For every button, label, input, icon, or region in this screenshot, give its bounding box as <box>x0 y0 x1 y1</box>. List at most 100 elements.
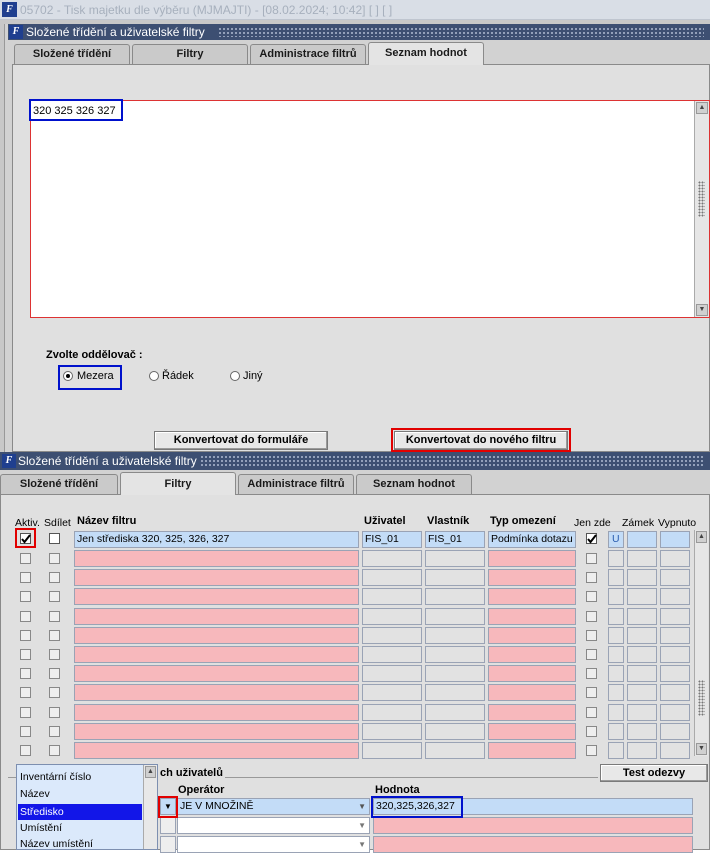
filter-cell[interactable] <box>660 569 690 587</box>
dropdown-item-inventarni-cislo[interactable]: Inventární číslo <box>20 771 91 783</box>
filter-cell[interactable] <box>627 703 657 721</box>
tab2-slozene-trideni[interactable]: Složené třídění <box>0 474 118 495</box>
tab-seznam-hodnot[interactable]: Seznam hodnot <box>368 42 484 65</box>
filter-cell[interactable] <box>660 646 690 663</box>
filter-type-cell[interactable]: Podmínka dotazu <box>488 531 576 548</box>
aktiv-checkbox[interactable] <box>20 745 31 756</box>
filter-cell[interactable] <box>74 646 359 663</box>
jen-zde-checkbox[interactable] <box>586 745 597 756</box>
test-response-button[interactable]: Test odezvy <box>600 764 708 782</box>
dropdown-scrollbar[interactable]: ▲ <box>143 765 157 849</box>
aktiv-checkbox[interactable] <box>20 706 31 718</box>
value-cell-empty[interactable] <box>373 836 693 853</box>
filter-owner-cell[interactable]: FIS_01 <box>425 531 485 548</box>
filter-cell[interactable] <box>608 703 624 721</box>
field-dropdown-empty[interactable] <box>160 836 176 853</box>
filter-cell[interactable] <box>362 607 422 625</box>
filter-cell[interactable] <box>425 588 485 606</box>
dropdown-item-nazev-umisteni[interactable]: Název umístění <box>20 838 93 850</box>
filter-cell[interactable] <box>488 607 576 625</box>
filter-cell[interactable] <box>608 684 624 702</box>
filter-cell[interactable] <box>660 665 690 683</box>
filter-cell[interactable] <box>488 646 576 663</box>
filter-cell[interactable] <box>488 550 576 567</box>
filter-cell[interactable] <box>627 684 657 702</box>
field-dropdown-list[interactable]: Inventární číslo Název Středisko Umístěn… <box>16 764 158 850</box>
values-textarea[interactable]: 320 325 326 327 ▲ ▼ <box>30 100 710 318</box>
filter-cell[interactable] <box>627 742 657 759</box>
filter-cell[interactable] <box>425 626 485 644</box>
radio-radek[interactable] <box>149 371 159 381</box>
aktiv-checkbox[interactable] <box>20 725 31 737</box>
sdilet-checkbox[interactable] <box>49 687 60 699</box>
filter-cell[interactable] <box>660 550 690 567</box>
scroll-down-icon[interactable]: ▼ <box>696 304 708 316</box>
jen-zde-checkbox[interactable] <box>586 553 597 564</box>
filter-cell[interactable] <box>362 550 422 567</box>
convert-to-form-button[interactable]: Konvertovat do formuláře <box>154 431 328 450</box>
filter-cell[interactable] <box>362 684 422 702</box>
filter-cell[interactable] <box>660 684 690 702</box>
value-cell-empty[interactable] <box>373 817 693 834</box>
filter-cell[interactable] <box>425 703 485 721</box>
sdilet-checkbox[interactable] <box>49 610 60 622</box>
jen-zde-checkbox[interactable] <box>586 629 597 641</box>
textarea-scrollbar[interactable]: ▲ ▼ <box>694 101 709 317</box>
sdilet-checkbox[interactable] <box>49 591 60 603</box>
dropdown-item-umisteni[interactable]: Umístění <box>20 822 62 834</box>
filter-cell[interactable] <box>362 646 422 663</box>
filter-cell[interactable] <box>362 588 422 606</box>
sdilet-checkbox[interactable] <box>49 572 60 584</box>
filter-cell[interactable] <box>608 665 624 683</box>
tab-filtry[interactable]: Filtry <box>132 44 248 65</box>
scroll-up-icon[interactable]: ▲ <box>696 531 707 543</box>
aktiv-checkbox[interactable] <box>20 687 31 699</box>
filter-cell[interactable] <box>362 703 422 721</box>
filter-cell[interactable] <box>608 626 624 644</box>
filter-cell[interactable] <box>74 569 359 587</box>
filter-cell[interactable] <box>627 665 657 683</box>
filter-cell[interactable] <box>362 569 422 587</box>
filter-cell[interactable] <box>488 684 576 702</box>
filter-cell[interactable] <box>488 722 576 740</box>
filter-cell[interactable] <box>627 646 657 663</box>
jen-zde-checkbox[interactable] <box>586 725 597 737</box>
aktiv-checkbox[interactable] <box>20 591 31 603</box>
jen-zde-checkbox[interactable] <box>586 572 597 584</box>
filter-cell[interactable] <box>627 722 657 740</box>
filter-cell[interactable] <box>74 742 359 759</box>
filter-cell[interactable] <box>627 550 657 567</box>
aktiv-checkbox[interactable] <box>20 649 31 660</box>
filters-scrollbar[interactable]: ▲ ▼ <box>694 530 708 756</box>
operator-select-empty[interactable]: ▼ <box>177 817 370 834</box>
filter-cell[interactable] <box>74 588 359 606</box>
tab-slozene-trideni[interactable]: Složené třídění <box>14 44 130 65</box>
sdilet-checkbox[interactable] <box>49 649 60 660</box>
filter-user-cell[interactable]: FIS_01 <box>362 531 422 548</box>
tab-administrace-filtru[interactable]: Administrace filtrů <box>250 44 366 65</box>
filter-cell[interactable] <box>425 646 485 663</box>
sdilet-checkbox[interactable] <box>49 745 60 756</box>
filter-cell[interactable] <box>660 588 690 606</box>
filter-cell[interactable] <box>608 722 624 740</box>
filter-cell[interactable] <box>425 569 485 587</box>
filter-cell[interactable] <box>425 684 485 702</box>
filter-cell[interactable] <box>362 722 422 740</box>
filter-cell[interactable] <box>362 626 422 644</box>
filter-lock2-cell[interactable] <box>627 531 657 548</box>
filter-cell[interactable] <box>74 684 359 702</box>
scroll-up-icon[interactable]: ▲ <box>696 102 708 114</box>
scroll-grip-icon[interactable] <box>698 680 705 716</box>
dropdown-item-nazev[interactable]: Název <box>20 788 50 800</box>
aktiv-checkbox[interactable] <box>20 572 31 584</box>
aktiv-checkbox[interactable] <box>20 629 31 641</box>
filter-cell[interactable] <box>488 703 576 721</box>
filter-cell[interactable] <box>608 588 624 606</box>
sdilet-checkbox[interactable] <box>49 668 60 680</box>
filter-cell[interactable] <box>425 665 485 683</box>
operator-select-empty[interactable]: ▼ <box>177 836 370 853</box>
scroll-up-icon[interactable]: ▲ <box>145 766 156 778</box>
sdilet-checkbox[interactable] <box>49 725 60 737</box>
filter-cell[interactable] <box>74 626 359 644</box>
scroll-down-icon[interactable]: ▼ <box>696 743 707 755</box>
